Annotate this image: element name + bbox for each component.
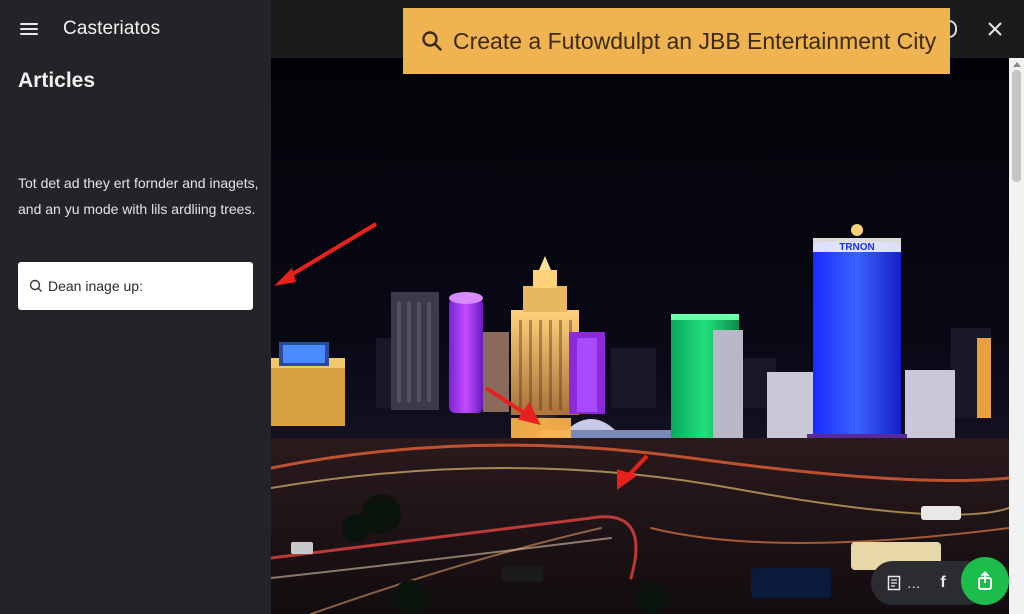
facebook-icon[interactable]: f	[935, 561, 951, 605]
scroll-up-arrow[interactable]	[1013, 62, 1021, 67]
image-search-input[interactable]: Dean inage up:	[18, 262, 253, 310]
description: Tot det ad they ert fornder and inagets,…	[18, 170, 263, 222]
search-icon	[29, 279, 42, 292]
prompt-banner[interactable]: Create a Futowdulpt an JBB Entertainment…	[403, 8, 950, 74]
scroll-thumb[interactable]	[1012, 70, 1021, 182]
menu-icon[interactable]	[20, 21, 40, 37]
arrow-icon	[274, 222, 378, 286]
search-input-value: Dean inage up:	[48, 278, 143, 294]
more-options-button[interactable]: ...	[905, 561, 923, 605]
search-icon	[422, 31, 442, 51]
document-icon[interactable]	[885, 561, 903, 605]
app-title: Casteriatos	[63, 18, 161, 39]
generated-image[interactable]: TRNON	[271, 58, 1009, 614]
share-icon	[978, 571, 992, 590]
city-night-image: TRNON	[271, 58, 1009, 614]
prompt-text: Create a Futowdulpt an JBB Entertainment…	[453, 27, 937, 54]
close-icon[interactable]	[986, 20, 1004, 38]
section-title: Articles	[18, 69, 96, 92]
sidebar: Casteriatos Articles Tot det ad they ert…	[0, 0, 271, 614]
billboard-text: TRNON	[839, 242, 875, 253]
scrollbar[interactable]	[1009, 58, 1024, 614]
share-button[interactable]	[961, 557, 1009, 605]
description-line: and an yu mode with lils ardliing trees.	[18, 201, 256, 217]
description-line: Tot det ad they ert fornder and inagets,	[18, 175, 259, 191]
